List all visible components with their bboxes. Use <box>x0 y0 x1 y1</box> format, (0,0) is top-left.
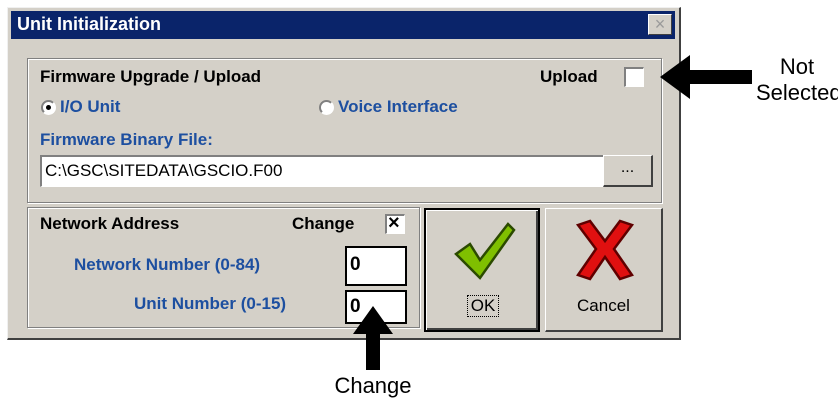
left-arrow-icon <box>660 55 752 99</box>
upload-label: Upload <box>540 67 598 86</box>
browse-button[interactable]: ... <box>603 155 653 187</box>
voice-interface-label[interactable]: Voice Interface <box>338 97 458 117</box>
io-unit-radio[interactable] <box>41 100 56 115</box>
title-bar: Unit Initialization × <box>11 11 675 39</box>
network-number-label: Network Number (0-84) <box>74 255 261 274</box>
network-number-input[interactable]: 0 <box>345 246 407 286</box>
checkmark-icon <box>454 222 516 280</box>
ok-label: OK <box>467 295 499 317</box>
not-selected-line2: Selected <box>756 80 838 105</box>
cancel-button[interactable]: Cancel <box>545 208 663 332</box>
network-address-heading: Network Address <box>40 214 180 233</box>
upload-checkbox[interactable] <box>624 67 644 87</box>
checkbox-check-mark: × <box>388 212 400 234</box>
firmware-heading: Firmware Upgrade / Upload <box>40 67 262 86</box>
io-unit-label[interactable]: I/O Unit <box>60 97 120 117</box>
unit-number-label: Unit Number (0-15) <box>134 294 287 313</box>
unit-initialization-dialog: Unit Initialization × Firmware Upgrade /… <box>7 7 681 340</box>
firmware-group: Firmware Upgrade / Upload Upload I/O Uni… <box>27 58 662 203</box>
change-annotation: Change <box>334 373 412 398</box>
radio-selected-dot <box>46 105 51 110</box>
ok-button[interactable]: OK <box>424 208 540 332</box>
cancel-label: Cancel <box>577 296 630 315</box>
not-selected-annotation: Not Selected <box>756 54 838 106</box>
change-checkbox[interactable]: × <box>385 212 405 234</box>
change-label: Change <box>292 214 355 233</box>
not-selected-line1: Not <box>779 54 815 79</box>
dialog-title: Unit Initialization <box>17 14 161 34</box>
red-x-icon <box>575 219 635 281</box>
close-icon: × <box>654 14 666 34</box>
firmware-file-path-input[interactable]: C:\GSC\SITEDATA\GSCIO.F00 <box>40 155 617 187</box>
close-button[interactable]: × <box>648 14 672 35</box>
up-arrow-icon <box>353 306 393 370</box>
browse-label: ... <box>620 159 635 176</box>
firmware-file-label: Firmware Binary File: <box>40 130 213 149</box>
voice-interface-radio[interactable] <box>319 100 334 115</box>
